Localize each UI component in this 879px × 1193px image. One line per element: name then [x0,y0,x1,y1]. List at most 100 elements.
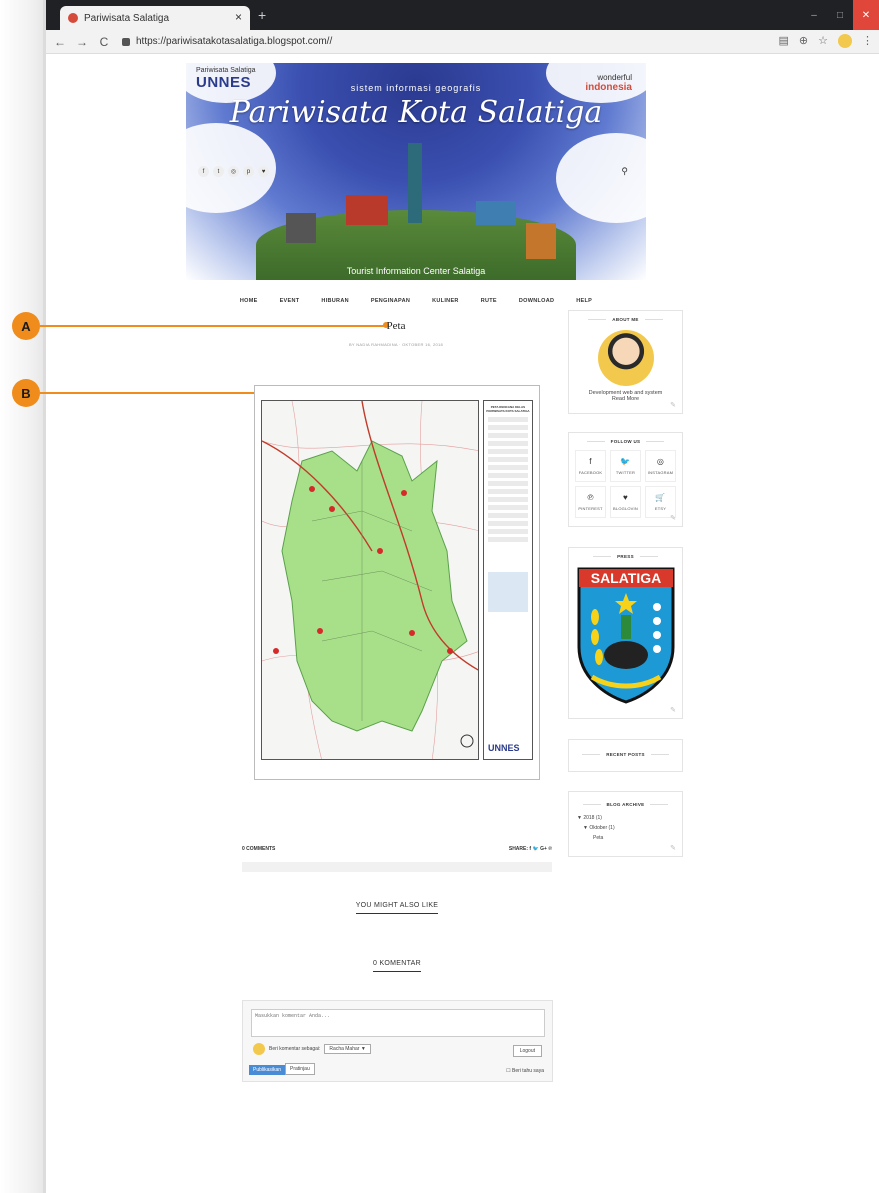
building-illustration [476,201,516,225]
nav-event[interactable]: EVENT [280,298,300,310]
edit-icon[interactable]: ✎ [670,514,676,522]
nav-home[interactable]: HOME [240,298,258,310]
reload-button[interactable]: C [96,35,112,49]
translate-icon[interactable]: ▤ [779,34,789,48]
follow-label: PINTEREST [578,506,603,511]
post-map-image[interactable]: PETA RENCANA KELAS PARIWISATA KOTA SALAT… [254,385,540,780]
archive-widget: BLOG ARCHIVE ▼ 2018 (1) ▼ Oktober (1) Pe… [568,791,683,857]
preview-button[interactable]: Pratinjau [285,1063,315,1075]
identity-row: Beri komentar sebagai: Racha Mahar ▼ [253,1043,371,1055]
minimize-icon[interactable]: – [801,0,827,30]
share-twitter-icon[interactable]: 🐦 [532,846,538,852]
notify-checkbox[interactable]: ☐ Beri tahu saya [506,1068,544,1074]
pinterest-icon[interactable]: p [243,166,254,177]
url-field[interactable]: https://pariwisatakotasalatiga.blogspot.… [122,36,332,47]
related-heading: YOU MIGHT ALSO LIKE [242,902,552,914]
nav-help[interactable]: HELP [576,298,592,310]
follow-grid: f FACEBOOK 🐦 TWITTER ◎ INSTAGRAM ℗ PINTEREST… [569,444,682,524]
archive-year[interactable]: ▼ 2018 (1) [577,813,676,823]
komentar-heading-text: 0 KOMENTAR [373,960,421,972]
share-google-icon[interactable]: G+ [540,846,547,852]
cart-icon: 🛒 [655,493,666,502]
heart-icon: ♥ [623,493,628,502]
comments-count[interactable]: 0 COMMENTS [242,846,275,852]
back-button[interactable]: ← [52,35,68,49]
recent-posts-title: RECENT POSTS [569,752,682,757]
notify-label: Beri tahu saya [512,1068,544,1074]
read-more-link[interactable]: Read More [569,396,682,402]
post-title[interactable]: Peta [240,320,552,332]
map-legend: PETA RENCANA KELAS PARIWISATA KOTA SALAT… [483,400,533,760]
compass-icon [460,734,474,748]
salatiga-crest-image[interactable]: SALATIGA [577,567,675,704]
instagram-icon: ◎ [656,457,665,466]
follow-label: TWITTER [615,470,636,475]
maximize-icon[interactable]: □ [827,0,853,30]
follow-bloglovin[interactable]: ♥ BLOGLOVIN [610,486,641,518]
nav-download[interactable]: DOWNLOAD [519,298,554,310]
follow-label: FACEBOOK [578,470,603,475]
close-tab-icon[interactable]: × [235,10,242,24]
nav-kuliner[interactable]: KULINER [432,298,459,310]
comment-input[interactable] [251,1009,545,1037]
follow-twitter[interactable]: 🐦 TWITTER [610,450,641,482]
browser-tab[interactable]: Pariwisata Salatiga × [60,6,250,30]
new-tab-button[interactable]: + [258,7,266,23]
twitter-icon[interactable]: t [213,166,224,177]
archive-month[interactable]: ▼ Oktober (1) [577,823,676,833]
url-text: https://pariwisatakotasalatiga.blogspot.… [136,36,333,47]
window-controls: – □ ✕ [801,0,879,30]
logout-button[interactable]: Logout [512,1045,542,1057]
publish-button[interactable]: Publikasikan [249,1065,286,1075]
cloud-shape [556,133,646,223]
identity-select[interactable]: Racha Mahar ▼ [324,1044,371,1054]
follow-instagram[interactable]: ◎ INSTAGRAM [645,450,676,482]
about-widget: ABOUT ME Development web and system Read… [568,310,683,414]
nav-hiburan[interactable]: HIBURAN [321,298,348,310]
facebook-icon: f [589,457,592,466]
header-banner: Pariwisata Salatiga UNNES wonderful indo… [186,63,646,280]
follow-pinterest[interactable]: ℗ PINTEREST [575,486,606,518]
main-nav: HOME EVENT HIBURAN PENGINAPAN KULINER RU… [186,298,646,310]
profile-avatar[interactable] [838,34,852,48]
follow-label: INSTAGRAM [647,470,674,475]
close-window-icon[interactable]: ✕ [853,0,879,30]
legend-title: PETA RENCANA KELAS PARIWISATA KOTA SALAT… [486,405,530,413]
tab-bar: Pariwisata Salatiga × + – □ ✕ [46,0,879,30]
boat-illustration [526,223,556,259]
legend-unnes-logo: UNNES [488,743,520,753]
facebook-icon[interactable]: f [198,166,209,177]
forward-button[interactable]: → [74,35,90,49]
recent-posts-widget: RECENT POSTS [568,739,683,772]
share-pinterest-icon[interactable]: ℗ [548,846,552,852]
press-title: PRESS [569,554,682,559]
follow-title: FOLLOW US [569,439,682,444]
post-footer: 0 COMMENTS SHARE: f 🐦 G+ ℗ [242,846,552,852]
favicon-icon [68,13,78,23]
zoom-icon[interactable]: ⊕ [799,34,808,48]
archive-post[interactable]: Peta [577,833,676,843]
logo-small-text: wonderful [597,73,632,82]
edit-icon[interactable]: ✎ [670,844,676,852]
nav-penginapan[interactable]: PENGINAPAN [371,298,410,310]
instagram-icon[interactable]: ◎ [228,166,239,177]
banner-title: Pariwisata Kota Salatiga [229,95,603,130]
salatiga-map [262,401,478,759]
author-avatar [597,330,654,386]
comment-form: Beri komentar sebagai: Racha Mahar ▼ Log… [242,1000,553,1082]
bookmark-star-icon[interactable]: ☆ [818,34,828,48]
share-label: SHARE: [508,846,529,852]
heart-icon[interactable]: ♥ [258,166,269,177]
menu-icon[interactable]: ⋮ [862,34,873,48]
logo-small-text: Pariwisata Salatiga [196,67,256,74]
identity-select-value: Racha Mahar [329,1046,360,1052]
search-icon[interactable]: ⚲ [621,166,628,177]
nav-rute[interactable]: RUTE [481,298,497,310]
komentar-heading: 0 KOMENTAR [242,960,552,972]
share-facebook-icon[interactable]: f [529,846,531,852]
follow-facebook[interactable]: f FACEBOOK [575,450,606,482]
edit-icon[interactable]: ✎ [670,401,676,409]
building-illustration [346,195,388,225]
banner-subtitle: sistem informasi geografis [350,83,482,93]
edit-icon[interactable]: ✎ [670,706,676,714]
